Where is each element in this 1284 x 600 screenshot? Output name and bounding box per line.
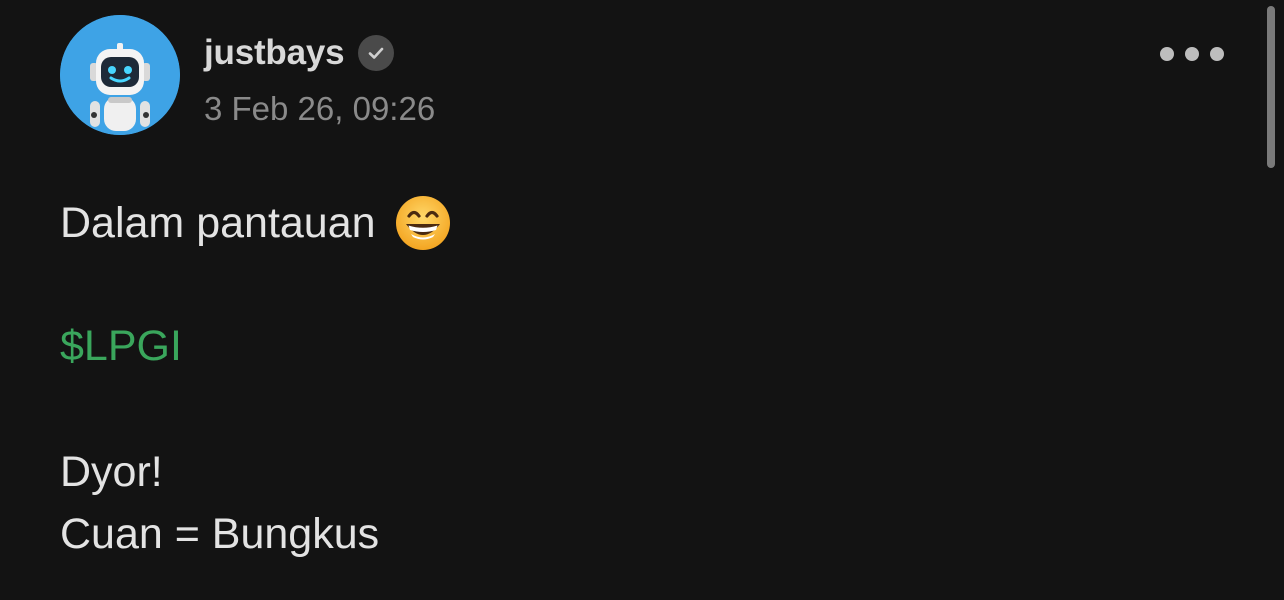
stock-ticker-link[interactable]: $LPGI	[60, 320, 182, 372]
post-text: Dalam pantauan	[60, 199, 376, 247]
more-options-dot	[1185, 47, 1199, 61]
post-text-line-1: Dalam pantauan	[60, 194, 452, 252]
post-text-line-4: Cuan = Bungkus	[60, 510, 380, 558]
author-row: justbays	[204, 30, 395, 76]
avatar[interactable]	[60, 15, 180, 135]
more-options-icon[interactable]	[1154, 38, 1230, 70]
more-options-dot	[1210, 47, 1224, 61]
scrollbar-thumb[interactable]	[1267, 6, 1275, 168]
verified-badge-icon	[358, 35, 395, 71]
post-card: justbays 3 Feb 26, 09:26 Dalam pantauan	[0, 0, 1284, 600]
robot-avatar-icon	[60, 15, 180, 135]
post-timestamp: 3 Feb 26, 09:26	[204, 90, 436, 127]
grinning-face-emoji-icon	[394, 194, 452, 252]
post-text-line-3: Dyor!	[60, 448, 163, 496]
more-options-dot	[1160, 47, 1174, 61]
username[interactable]: justbays	[204, 33, 345, 73]
